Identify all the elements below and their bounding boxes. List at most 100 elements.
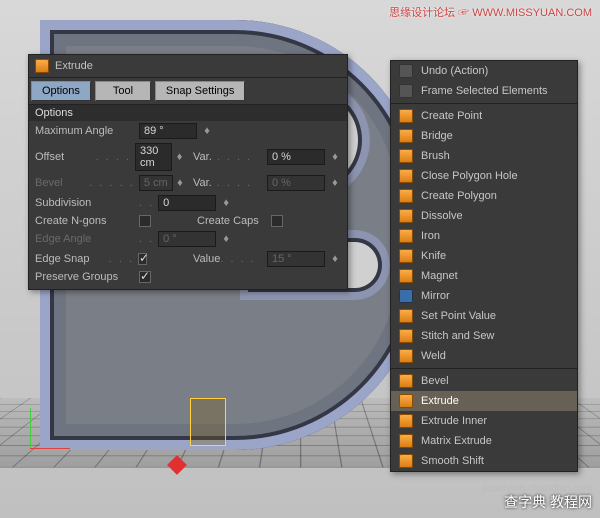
spinner-icon: ♦ [177, 177, 183, 189]
menu-item-close-polygon-hole[interactable]: Close Polygon Hole [391, 166, 577, 186]
label-offset: Offset [35, 151, 92, 163]
menu-item-label: Matrix Extrude [421, 435, 492, 447]
spinner-icon[interactable]: ♦ [201, 125, 213, 137]
menu-item-dissolve[interactable]: Dissolve [391, 206, 577, 226]
menu-item-undo-action-[interactable]: Undo (Action) [391, 61, 577, 81]
create-polygon-icon [399, 189, 413, 203]
menu-item-create-polygon[interactable]: Create Polygon [391, 186, 577, 206]
spinner-icon: ♦ [220, 233, 232, 245]
close-polygon-hole-icon [399, 169, 413, 183]
menu-separator [391, 368, 577, 369]
field-edge-angle: 0 ° [158, 231, 216, 247]
tab-options[interactable]: Options [31, 81, 91, 101]
bevel-icon [399, 374, 413, 388]
tab-tool[interactable]: Tool [95, 81, 151, 101]
matrix-extrude-icon [399, 434, 413, 448]
section-header: Options [29, 105, 347, 121]
label-create-caps: Create Caps [197, 215, 267, 227]
menu-item-weld[interactable]: Weld [391, 346, 577, 366]
menu-item-label: Dissolve [421, 210, 463, 222]
label-edge-angle: Edge Angle [35, 233, 135, 245]
field-value: 15 ° [267, 251, 325, 267]
label-edge-snap: Edge Snap [35, 253, 105, 265]
extrude-panel: Extrude Options Tool Snap Settings Optio… [28, 54, 348, 290]
menu-item-mirror[interactable]: Mirror [391, 286, 577, 306]
context-menu: Undo (Action) Frame Selected Elements Crea… [390, 60, 578, 472]
tab-snap-settings[interactable]: Snap Settings [155, 81, 246, 101]
menu-item-set-point-value[interactable]: Set Point Value [391, 306, 577, 326]
menu-item-label: Smooth Shift [421, 455, 484, 467]
menu-item-stitch-and-sew[interactable]: Stitch and Sew [391, 326, 577, 346]
menu-item-label: Stitch and Sew [421, 330, 494, 342]
label-max-angle: Maximum Angle [35, 125, 135, 137]
magnet-icon [399, 269, 413, 283]
menu-item-bevel[interactable]: Bevel [391, 371, 577, 391]
extrude-icon [399, 394, 413, 408]
menu-item-label: Extrude [421, 395, 459, 407]
spinner-icon[interactable]: ♦ [329, 151, 341, 163]
menu-item-brush[interactable]: Brush [391, 146, 577, 166]
undo-action--icon [399, 64, 413, 78]
brush-icon [399, 149, 413, 163]
checkbox-create-ngons[interactable] [139, 215, 151, 227]
menu-item-extrude-inner[interactable]: Extrude Inner [391, 411, 577, 431]
menu-item-create-point[interactable]: Create Point [391, 106, 577, 126]
dissolve-icon [399, 209, 413, 223]
menu-item-magnet[interactable]: Magnet [391, 266, 577, 286]
mirror-icon [399, 289, 413, 303]
label-var2: Var. . . . . [193, 177, 263, 189]
label-create-ngons: Create N-gons [35, 215, 135, 227]
menu-item-frame-selected-elements[interactable]: Frame Selected Elements [391, 81, 577, 101]
iron-icon [399, 229, 413, 243]
menu-item-smooth-shift[interactable]: Smooth Shift [391, 451, 577, 471]
stitch-and-sew-icon [399, 329, 413, 343]
weld-icon [399, 349, 413, 363]
label-var1: Var. . . . . [193, 151, 263, 163]
panel-tabs: Options Tool Snap Settings [29, 78, 347, 105]
spinner-icon[interactable]: ♦ [220, 197, 232, 209]
menu-item-label: Mirror [421, 290, 450, 302]
checkbox-edge-snap[interactable] [138, 253, 147, 265]
field-offset[interactable]: 330 cm [135, 143, 172, 171]
set-point-value-icon [399, 309, 413, 323]
menu-item-label: Close Polygon Hole [421, 170, 518, 182]
watermark-top: 思缘设计论坛 ☞ WWW.MISSYUAN.COM [389, 4, 592, 20]
menu-item-knife[interactable]: Knife [391, 246, 577, 266]
checkbox-preserve-groups[interactable] [139, 271, 151, 283]
menu-item-label: Magnet [421, 270, 458, 282]
menu-item-label: Iron [421, 230, 440, 242]
checkbox-create-caps[interactable] [271, 215, 283, 227]
menu-item-label: Weld [421, 350, 446, 362]
bridge-icon [399, 129, 413, 143]
spinner-icon: ♦ [329, 177, 341, 189]
menu-item-bridge[interactable]: Bridge [391, 126, 577, 146]
spinner-icon: ♦ [329, 253, 341, 265]
extrude-icon [35, 59, 49, 73]
menu-item-iron[interactable]: Iron [391, 226, 577, 246]
menu-item-label: Create Polygon [421, 190, 497, 202]
menu-item-label: Bridge [421, 130, 453, 142]
create-point-icon [399, 109, 413, 123]
menu-item-label: Bevel [421, 375, 449, 387]
menu-item-label: Extrude Inner [421, 415, 487, 427]
menu-item-label: Frame Selected Elements [421, 85, 548, 97]
label-preserve-groups: Preserve Groups [35, 271, 135, 283]
frame-selected-elements-icon [399, 84, 413, 98]
field-subdivision[interactable]: 0 [158, 195, 216, 211]
panel-title: Extrude [55, 60, 93, 72]
knife-icon [399, 249, 413, 263]
extrude-inner-icon [399, 414, 413, 428]
menu-item-label: Undo (Action) [421, 65, 488, 77]
field-bevel: 5 cm [139, 175, 173, 191]
panel-title-bar[interactable]: Extrude [29, 55, 347, 78]
field-max-angle[interactable]: 89 ° [139, 123, 197, 139]
menu-item-label: Create Point [421, 110, 482, 122]
menu-item-extrude[interactable]: Extrude [391, 391, 577, 411]
field-var1[interactable]: 0 % [267, 149, 325, 165]
label-bevel: Bevel [35, 177, 85, 189]
smooth-shift-icon [399, 454, 413, 468]
menu-item-matrix-extrude[interactable]: Matrix Extrude [391, 431, 577, 451]
watermark-bottom: 查字典 教程网 [504, 492, 592, 512]
spinner-icon[interactable]: ♦ [176, 151, 183, 163]
label-value: Value. . . . [193, 253, 263, 265]
